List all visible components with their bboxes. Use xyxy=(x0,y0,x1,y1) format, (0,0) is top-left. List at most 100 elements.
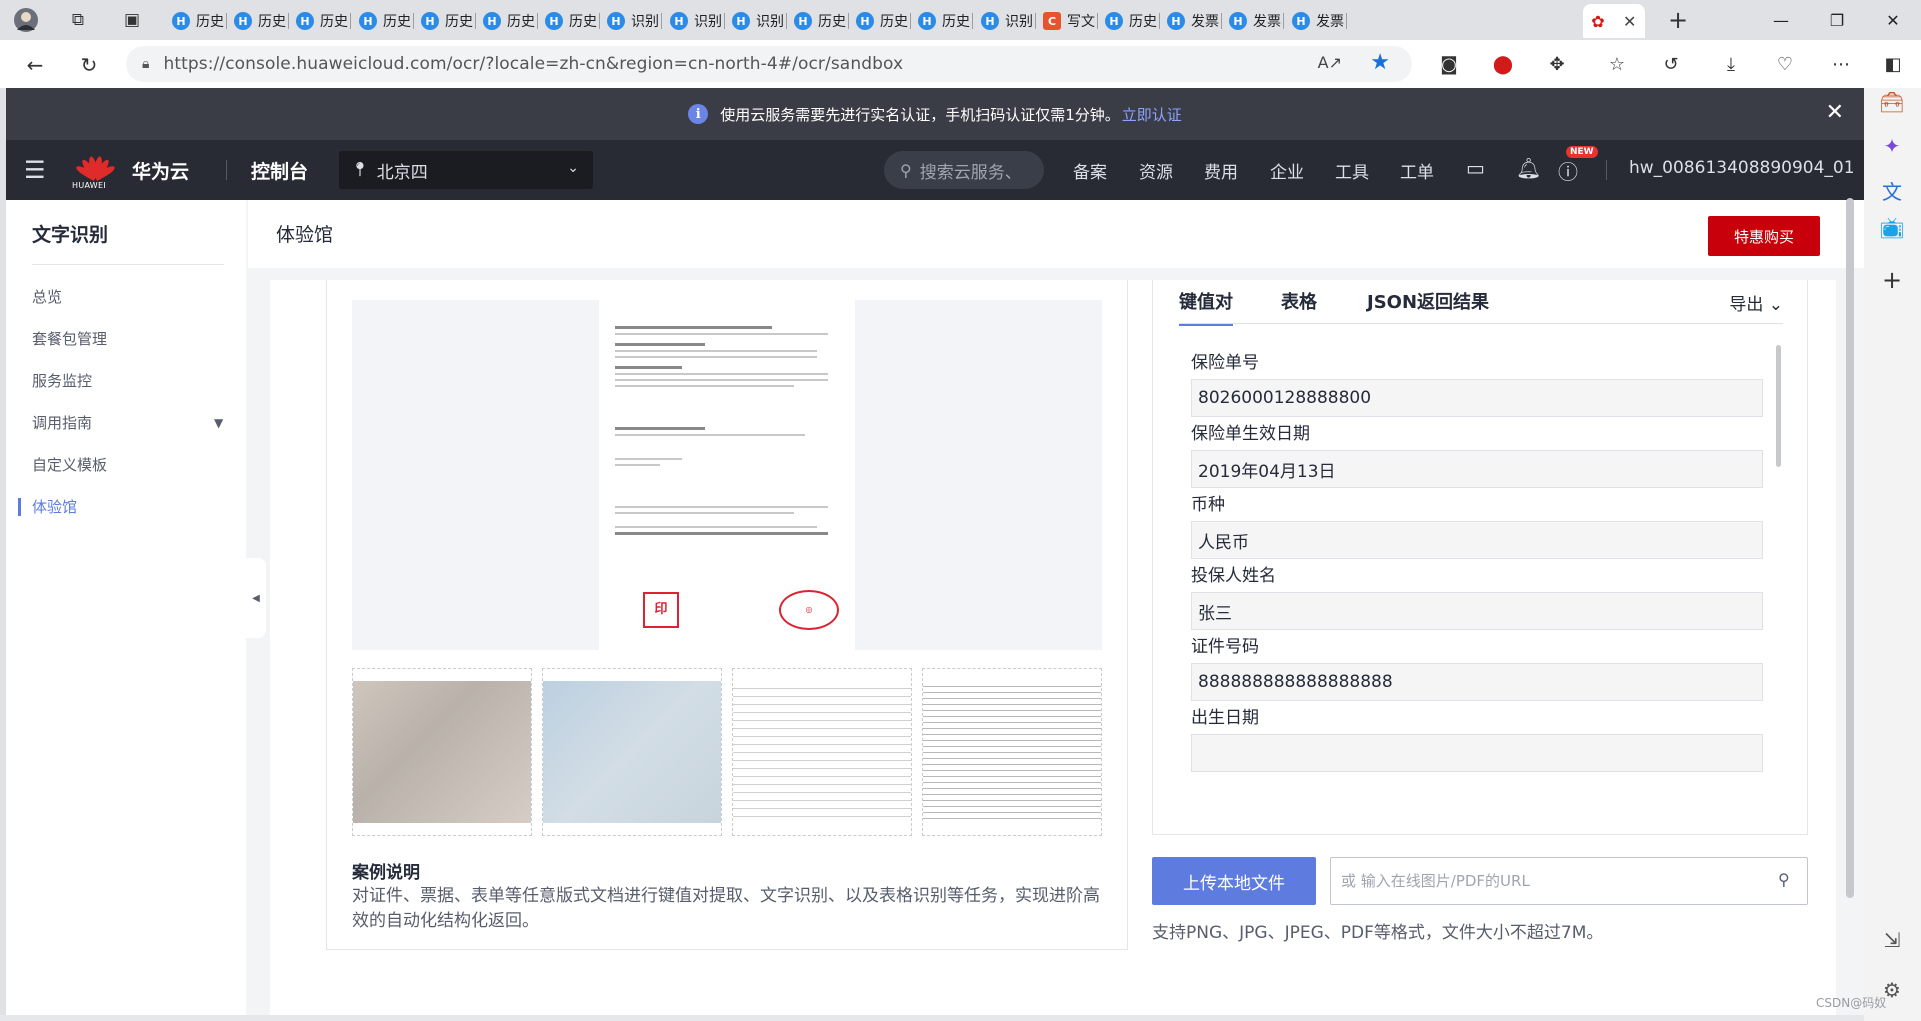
global-search[interactable]: ⚲ 搜索云服务、 xyxy=(884,151,1044,189)
kv-value[interactable] xyxy=(1191,734,1763,772)
nav-link-resources[interactable]: 资源 xyxy=(1139,158,1173,183)
active-indicator xyxy=(18,498,21,516)
restore-icon[interactable]: ❐ xyxy=(1809,0,1865,40)
browser-tab[interactable]: H 历史 xyxy=(166,4,224,38)
notice-auth-link[interactable]: 立即认证 xyxy=(1122,104,1182,125)
kv-value[interactable]: 888888888888888888 xyxy=(1191,663,1763,701)
round-seal-stamp: ◎ xyxy=(779,590,839,630)
bilibili-icon[interactable]: 📺︎ xyxy=(1878,214,1906,242)
upload-local-file-button[interactable]: 上传本地文件 xyxy=(1152,857,1316,905)
nav-divider xyxy=(226,160,227,180)
window-close-icon[interactable]: ✕ xyxy=(1865,0,1921,40)
tab-table[interactable]: 表格 xyxy=(1281,288,1317,324)
kv-value[interactable]: 8026000128888800 xyxy=(1191,379,1763,417)
menu-item-sandbox[interactable]: 体验馆 xyxy=(32,496,77,517)
caret-down-icon[interactable]: ▼ xyxy=(214,416,223,430)
kv-value[interactable]: 张三 xyxy=(1191,592,1763,630)
translate-icon[interactable]: 文 xyxy=(1878,176,1906,204)
add-sidebar-app-icon[interactable]: + xyxy=(1878,266,1906,294)
tab-actions-icon[interactable]: ▣ xyxy=(118,6,146,34)
browser-tab[interactable]: H 识别 xyxy=(726,4,784,38)
tab-active-huawei[interactable]: ✿ ✕ xyxy=(1583,4,1645,38)
kv-value[interactable]: 2019年04月13日 xyxy=(1191,450,1763,488)
favorites-list-icon[interactable]: ☆ xyxy=(1602,49,1632,79)
nav-link-billing[interactable]: 费用 xyxy=(1204,158,1238,183)
browser-tab[interactable]: H 历史 xyxy=(912,4,970,38)
sample-thumb-1[interactable] xyxy=(352,668,532,836)
buy-button[interactable]: 特惠购买 xyxy=(1708,216,1820,256)
toolbox-icon[interactable]: 🧰︎ xyxy=(1878,88,1906,116)
account-name[interactable]: hw_008613408890904_01 xyxy=(1629,158,1855,178)
browser-tab[interactable]: H 历史 xyxy=(228,4,286,38)
copilot-icon[interactable]: ✦ xyxy=(1878,132,1906,160)
browser-tab[interactable]: H 识别 xyxy=(975,4,1033,38)
menu-item-overview[interactable]: 总览 xyxy=(32,286,62,307)
browser-tab[interactable]: H 历史 xyxy=(788,4,846,38)
history-icon[interactable]: ↺ xyxy=(1656,49,1686,79)
brand-name[interactable]: 华为云 xyxy=(132,157,189,184)
extensions-puzzle-icon[interactable]: ✥ xyxy=(1542,49,1572,79)
browser-tab[interactable]: H 识别 xyxy=(601,4,659,38)
nav-link-tickets[interactable]: 工单 xyxy=(1400,158,1434,183)
file-url-input[interactable] xyxy=(1330,857,1808,905)
nav-link-enterprise[interactable]: 企业 xyxy=(1270,158,1304,183)
nav-link-tools[interactable]: 工具 xyxy=(1335,158,1369,183)
result-scrollbar[interactable] xyxy=(1776,345,1781,467)
browser-tab[interactable]: H 历史 xyxy=(1099,4,1157,38)
browser-tab[interactable]: H 历史 xyxy=(415,4,473,38)
region-selector[interactable]: 📍︎ 北京四 ⌄ xyxy=(339,151,593,189)
sidebar-toggle-icon[interactable]: ◧ xyxy=(1878,49,1908,79)
cloud-shell-icon[interactable]: ▭ xyxy=(1466,156,1485,180)
url-text[interactable]: https://console.huaweicloud.com/ocr/?loc… xyxy=(163,54,903,74)
close-tab-icon[interactable]: ✕ xyxy=(1623,12,1636,31)
bell-icon[interactable]: 🔔︎ xyxy=(1516,156,1541,180)
browser-tab[interactable]: C 写文 xyxy=(1037,4,1095,38)
minimize-icon[interactable]: — xyxy=(1753,0,1809,40)
read-aloud-icon[interactable]: A↗ xyxy=(1318,53,1342,72)
workspaces-icon[interactable]: ⧉ xyxy=(64,6,92,34)
browser-tab[interactable]: H 历史 xyxy=(477,4,535,38)
menu-item-packages[interactable]: 套餐包管理 xyxy=(32,328,107,349)
page-scrollbar[interactable] xyxy=(1846,198,1854,898)
back-icon[interactable]: ← xyxy=(20,50,50,80)
browser-tab[interactable]: H 发票 xyxy=(1286,4,1344,38)
downloads-icon[interactable]: ⤓ xyxy=(1716,49,1746,79)
browser-tab[interactable]: H 历史 xyxy=(290,4,348,38)
help-icon[interactable]: ⓘ xyxy=(1558,156,1578,185)
browser-tab[interactable]: H 发票 xyxy=(1161,4,1219,38)
browser-tab[interactable]: H 历史 xyxy=(353,4,411,38)
nav-link-beian[interactable]: 备案 xyxy=(1073,158,1107,183)
browser-tab[interactable]: H 历史 xyxy=(850,4,908,38)
kv-value[interactable]: 人民币 xyxy=(1191,521,1763,559)
console-link[interactable]: 控制台 xyxy=(251,157,308,184)
extension-dark-icon[interactable]: ◙ xyxy=(1434,49,1464,79)
new-tab-icon[interactable]: + xyxy=(1664,6,1692,34)
result-tabs: 键值对 表格 JSON返回结果 导出 ⌄ xyxy=(1179,288,1783,326)
favorite-star-icon[interactable]: ★ xyxy=(1370,50,1390,75)
performance-heart-icon[interactable]: ♡ xyxy=(1770,49,1800,79)
sample-thumb-4[interactable] xyxy=(922,668,1102,836)
browser-tab[interactable]: H 历史 xyxy=(539,4,597,38)
extension-opera-icon[interactable]: ⬤ xyxy=(1488,49,1518,79)
url-box[interactable]: 🔒︎ https://console.huaweicloud.com/ocr/?… xyxy=(126,46,1412,82)
browser-tab[interactable]: H 发票 xyxy=(1223,4,1281,38)
search-icon[interactable]: ⚲ xyxy=(1778,870,1790,889)
hamburger-menu-icon[interactable]: ☰ xyxy=(24,156,46,184)
huawei-logo-icon[interactable]: HUAWEI xyxy=(72,150,116,190)
sample-thumb-3[interactable] xyxy=(732,668,912,836)
hide-sidebar-icon[interactable]: ⇲ xyxy=(1878,926,1906,954)
export-dropdown[interactable]: 导出 ⌄ xyxy=(1729,290,1783,315)
notice-close-icon[interactable]: ✕ xyxy=(1826,100,1844,125)
tab-key-value[interactable]: 键值对 xyxy=(1179,288,1233,326)
menu-item-monitoring[interactable]: 服务监控 xyxy=(32,370,92,391)
menu-item-guide[interactable]: 调用指南 xyxy=(32,412,92,433)
sample-thumb-2[interactable] xyxy=(542,668,722,836)
tab-json[interactable]: JSON返回结果 xyxy=(1367,288,1489,324)
more-menu-icon[interactable]: ⋯ xyxy=(1826,49,1856,79)
collapse-menu-icon[interactable]: ◀ xyxy=(246,558,266,638)
browser-tab[interactable]: H 识别 xyxy=(664,4,722,38)
tab-separator xyxy=(226,13,227,29)
profile-avatar-icon[interactable] xyxy=(12,6,40,34)
refresh-icon[interactable]: ↻ xyxy=(74,50,104,80)
menu-item-templates[interactable]: 自定义模板 xyxy=(32,454,107,475)
